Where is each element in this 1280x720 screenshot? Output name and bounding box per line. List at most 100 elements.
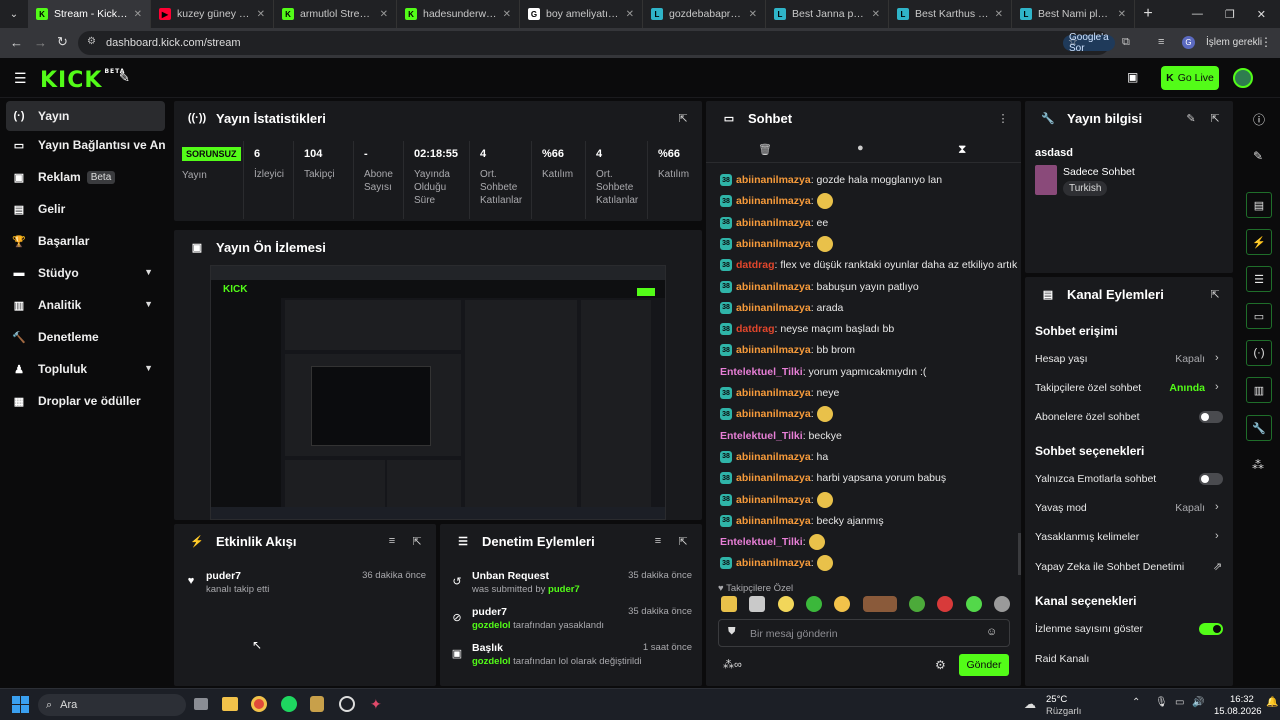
moderation-user[interactable]: gozdelol (472, 620, 511, 631)
go-live-button[interactable]: K Go Live (1161, 66, 1219, 90)
emote-icon[interactable] (937, 596, 954, 612)
subs-chat-toggle[interactable] (1199, 411, 1223, 423)
chat-username[interactable]: abiinanilmazya (736, 217, 811, 229)
browser-tab[interactable]: Gboy ameliyatı ne kada ✕ (520, 0, 643, 28)
chat-username[interactable]: abiinanilmazya (736, 281, 811, 293)
settings-gear-icon[interactable]: ⚙ (935, 658, 946, 672)
sidebar-item-6[interactable]: ▬ Stüdyo ▼ (6, 258, 165, 288)
sidebar-item-9[interactable]: ♟ Topluluk ▼ (6, 354, 165, 384)
chat-username[interactable]: abiinanilmazya (736, 302, 811, 314)
profile-status[interactable]: İşlem gerekli (1206, 37, 1262, 48)
moderation-item-title[interactable]: Unban Request (472, 570, 549, 582)
sidebar-item-2[interactable]: ▭ Yayın Bağlantısı ve Anahtarı (6, 130, 165, 160)
raid-channel-label[interactable]: Raid Kanalı (1035, 653, 1089, 665)
tab-search-icon[interactable]: ⌄ (0, 0, 28, 28)
chat-username[interactable]: Entelektuel_Tilki (720, 536, 803, 548)
browser-tab[interactable]: Khadesunderworld1 St ✕ (397, 0, 520, 28)
chat-username[interactable]: abiinanilmazya (736, 451, 811, 463)
valorant-icon[interactable]: ✦ (370, 696, 382, 713)
emote-icon[interactable] (908, 596, 925, 612)
chevron-down-icon[interactable]: ▼ (144, 363, 153, 373)
rail-channel-icon[interactable]: ▥ (1246, 377, 1272, 403)
reload-icon[interactable]: ↻ (57, 34, 68, 50)
site-info-icon[interactable]: ⚙ (87, 36, 96, 47)
chevron-down-icon[interactable]: ▼ (144, 299, 153, 309)
rail-lightning-icon[interactable]: ⚡ (1246, 229, 1272, 255)
chat-username[interactable]: abiinanilmazya (736, 408, 811, 420)
info-icon[interactable]: ⓘ (1253, 111, 1265, 128)
rail-broadcast-icon[interactable]: (·) (1246, 340, 1272, 366)
media-icon[interactable]: ≡ (1158, 36, 1164, 48)
popout-icon[interactable]: ⇱ (1208, 111, 1222, 125)
emote-icon[interactable] (721, 596, 737, 612)
emote-icon[interactable] (777, 596, 794, 612)
tab-close-icon[interactable]: ✕ (995, 9, 1003, 20)
browser-menu-icon[interactable]: ⋮ (1260, 35, 1272, 49)
taskbar-search[interactable]: ⌕ Ara (38, 694, 186, 716)
popout-icon[interactable]: ⇱ (676, 111, 690, 125)
tools-icon[interactable]: ✎ (119, 70, 130, 86)
emote-icon[interactable] (834, 596, 851, 612)
back-icon[interactable]: ← (10, 35, 23, 50)
browser-tab[interactable]: L Best Janna players TR ✕ (766, 0, 889, 28)
emote-only-toggle[interactable] (1199, 473, 1223, 485)
forward-icon[interactable]: → (34, 35, 47, 50)
file-explorer-icon[interactable] (222, 697, 238, 711)
league-client-icon[interactable] (310, 696, 324, 712)
browser-tab[interactable]: Lgozdebabapro#2005 ✕ (643, 0, 766, 28)
network-icon[interactable]: ▭ (1175, 697, 1184, 708)
rail-list-icon[interactable]: ☰ (1246, 266, 1272, 292)
user-avatar[interactable] (1233, 68, 1253, 88)
emote-icon[interactable] (862, 596, 897, 612)
comment-icon[interactable]: ● (857, 142, 864, 154)
mic-icon[interactable]: 🎙 (1155, 697, 1168, 708)
clock-date[interactable]: 15.08.2026 (1214, 706, 1262, 717)
minimize-icon[interactable]: — (1192, 8, 1203, 20)
popout-icon[interactable]: ⇱ (410, 534, 424, 548)
category-name[interactable]: Sadece Sohbet (1063, 166, 1135, 178)
rail-more-icon[interactable]: ⁂ (1252, 458, 1264, 472)
tab-close-icon[interactable]: ✕ (1118, 9, 1126, 20)
points-icon[interactable]: ⁂∞ (723, 658, 742, 671)
emoji-icon[interactable]: ☺ (986, 626, 997, 638)
tab-close-icon[interactable]: ✕ (380, 9, 388, 20)
browser-tab[interactable]: Karmutlol Stream - Wa ✕ (274, 0, 397, 28)
moderation-item-title[interactable]: puder7 (472, 606, 507, 618)
tray-chevron-icon[interactable]: ⌃ (1132, 697, 1140, 708)
chat-username[interactable]: abiinanilmazya (736, 387, 811, 399)
windows-start-icon[interactable] (12, 696, 29, 713)
chat-username[interactable]: abiinanilmazya (736, 557, 811, 569)
chevron-down-icon[interactable]: ▼ (144, 267, 153, 277)
chat-menu-icon[interactable]: ⋮ (996, 111, 1010, 125)
popout-icon[interactable]: ⇱ (676, 534, 690, 548)
category-thumbnail[interactable] (1035, 165, 1057, 195)
moderation-user[interactable]: gozdelol (472, 656, 511, 667)
profile-avatar[interactable]: G (1182, 36, 1195, 49)
pencil-icon[interactable]: ✎ (1253, 149, 1263, 163)
tab-close-icon[interactable]: ✕ (257, 9, 265, 20)
tab-close-icon[interactable]: ✕ (626, 9, 634, 20)
send-button[interactable]: Gönder (959, 654, 1009, 676)
sidebar-item-10[interactable]: ▦ Droplar ve ödüller (6, 386, 165, 416)
chat-username[interactable]: abiinanilmazya (736, 344, 811, 356)
rail-stats-icon[interactable]: ▤ (1246, 192, 1272, 218)
close-window-icon[interactable]: ✕ (1257, 8, 1266, 21)
chat-username[interactable]: Entelektuel_Tilki (720, 430, 803, 442)
edit-pencil-icon[interactable]: ✎ (1184, 111, 1198, 125)
clock-time[interactable]: 16:32 (1230, 694, 1254, 705)
preview-video[interactable]: KICK (210, 265, 666, 520)
chat-username[interactable]: abiinanilmazya (736, 515, 811, 527)
notification-bell-icon[interactable]: 🔔 (1266, 697, 1278, 708)
tab-close-icon[interactable]: ✕ (872, 9, 880, 20)
hamburger-menu-icon[interactable]: ☰ (14, 70, 27, 87)
task-view-icon[interactable] (194, 698, 208, 710)
chat-username[interactable]: datdrag (736, 259, 775, 271)
chat-username[interactable]: abiinanilmazya (736, 195, 811, 207)
hourglass-icon[interactable]: ⧗ (958, 142, 966, 157)
trash-icon[interactable]: 🗑 (758, 143, 772, 156)
url-field[interactable]: ⚙ dashboard.kick.com/stream Google'a Sor… (78, 31, 1115, 55)
chat-scrollbar[interactable] (1018, 533, 1021, 575)
tab-close-icon[interactable]: ✕ (749, 9, 757, 20)
emote-icon[interactable] (993, 596, 1010, 612)
browser-tab[interactable]: K Stream - Kick Dashbo ✕ (28, 0, 151, 28)
